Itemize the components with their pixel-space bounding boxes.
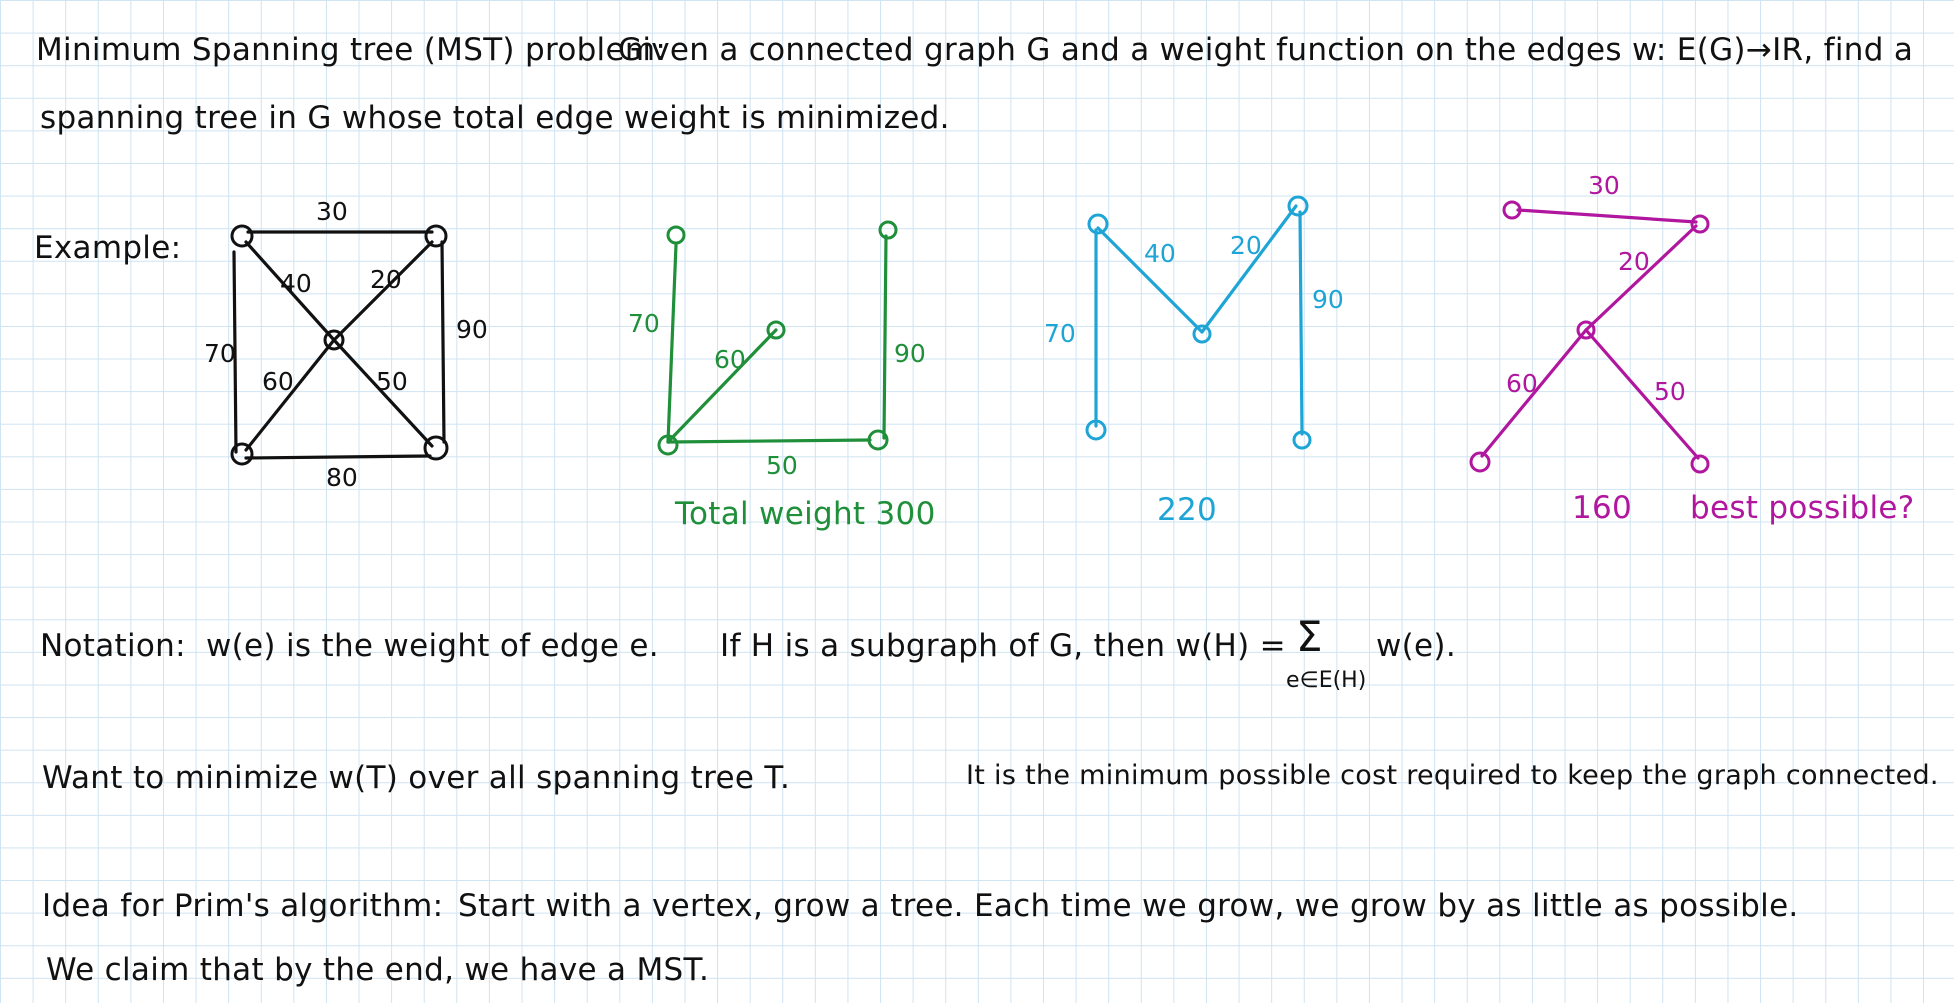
example-graph: 30 40 20 70 90 60 50 80 <box>204 197 488 492</box>
sum-term: w(e). <box>1376 628 1456 664</box>
weight-right: 90 <box>1312 285 1344 314</box>
edge-right <box>440 240 446 444</box>
weight-diag: 60 <box>714 345 746 374</box>
prim-idea-text: Start with a vertex, grow a tree. Each t… <box>458 888 1799 924</box>
weight-diag-left: 40 <box>1144 239 1176 268</box>
weight-left: 70 <box>628 309 660 338</box>
weight-upper-right-diag: 20 <box>370 265 402 294</box>
weight-upper-left-diag: 40 <box>280 269 312 298</box>
graph-vertex <box>230 442 254 466</box>
tree-vertex <box>1287 195 1309 217</box>
weight-bottom: 50 <box>766 451 798 480</box>
weight-lower-left-diag: 60 <box>262 367 294 396</box>
tree-vertex <box>1469 451 1491 473</box>
mst-definition-line1: Given a connected graph G and a weight f… <box>618 32 1914 68</box>
sum-index: e∈E(H) <box>1286 668 1367 693</box>
mst-claim: We claim that by the end, we have a MST. <box>46 952 710 988</box>
edge-right <box>882 234 888 440</box>
weight-left: 70 <box>204 339 236 368</box>
edge-right <box>1298 210 1304 436</box>
tree-vertex <box>1192 324 1212 344</box>
tree3-total-weight: 160 <box>1572 490 1633 526</box>
edge-bottom <box>666 438 872 444</box>
tree-vertex <box>1690 214 1710 234</box>
weight-right: 90 <box>456 315 488 344</box>
tree-vertex <box>1690 454 1710 474</box>
graph-vertex <box>230 224 254 248</box>
weight-right: 90 <box>894 339 926 368</box>
tree-vertex <box>867 429 889 451</box>
edge-diag-right <box>1200 204 1298 334</box>
weight-bottom: 80 <box>326 463 358 492</box>
grid-paper-background <box>0 0 1954 1003</box>
weight-top: 30 <box>1588 171 1620 200</box>
notation-label: Notation: <box>40 628 186 664</box>
tree-vertex <box>878 220 898 240</box>
tree-vertex <box>666 225 686 245</box>
weight-lower-right: 50 <box>1654 377 1686 406</box>
minimize-statement: Want to minimize w(T) over all spanning … <box>42 760 791 796</box>
mst-term: Minimum Spanning tree (MST) problem: <box>36 32 667 68</box>
notation-subgraph-weight: If H is a subgraph of G, then w(H) = <box>720 628 1286 664</box>
weight-upper: 20 <box>1618 247 1650 276</box>
weight-top: 30 <box>316 197 348 226</box>
weight-lower-right-diag: 50 <box>376 367 408 396</box>
prim-idea-label: Idea for Prim's algorithm: <box>42 888 444 924</box>
weight-lower-left: 60 <box>1506 369 1538 398</box>
mst-definition-line2: spanning tree in G whose total edge weig… <box>40 100 950 136</box>
edge-upper <box>1584 224 1698 332</box>
graph-vertex <box>424 224 448 248</box>
edge-left <box>666 243 678 444</box>
tree2-total-weight: 220 <box>1157 492 1218 528</box>
spanning-tree-1: 70 60 50 90 <box>628 220 926 480</box>
weight-left: 70 <box>1044 319 1076 348</box>
spanning-tree-2: 70 40 20 90 <box>1044 195 1344 450</box>
minimum-cost-explanation: It is the minimum possible cost required… <box>966 760 1939 791</box>
sigma-symbol: Σ <box>1296 612 1323 661</box>
tree-vertex <box>1087 213 1109 235</box>
spanning-tree-3: 30 20 60 50 <box>1469 171 1710 474</box>
notation-weight-definition: w(e) is the weight of edge e. <box>206 628 659 664</box>
edge-top <box>1516 208 1698 224</box>
edge-bottom <box>244 454 432 460</box>
tree3-best-possible-note: best possible? <box>1690 490 1915 526</box>
weight-diag-right: 20 <box>1230 231 1262 260</box>
graph-vertex <box>423 435 449 461</box>
tree1-total-weight: Total weight 300 <box>675 496 936 532</box>
